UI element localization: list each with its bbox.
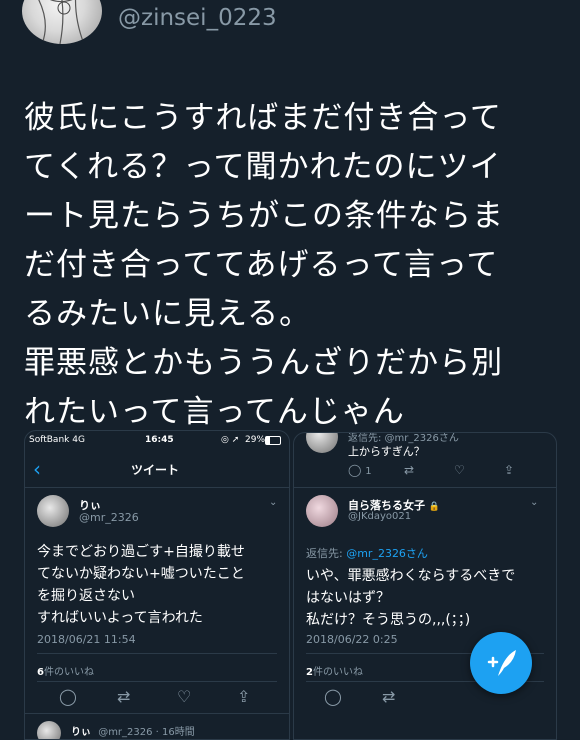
timestamp: 2018/06/21 11:54 [37, 633, 136, 646]
divider [25, 713, 289, 714]
retweet-icon[interactable]: ⇄ [382, 687, 395, 706]
body-line: いや、罪悪感わくならするべきで [306, 568, 516, 584]
clock: 16:45 [145, 435, 174, 445]
reply-meta: @mr_2326 · 16時間 [98, 727, 195, 738]
reply-to-line: 返信先: @mr_2326さん [306, 545, 428, 561]
author-handle-small[interactable]: @mr_2326 [79, 511, 139, 524]
reply-text: 上からすぎん？ [348, 445, 425, 458]
tweet-line: てくれる？って聞かれたのにツイ [24, 149, 502, 185]
likes-number: 2 [306, 667, 313, 678]
author-avatar[interactable] [22, 0, 102, 44]
divider [37, 653, 277, 654]
reply-to-handle[interactable]: @mr_2326さん [346, 547, 428, 560]
reply-to-prefix: 返信先: [306, 547, 347, 560]
divider [37, 681, 277, 682]
divider [294, 487, 556, 488]
reply-icon[interactable]: ◯ 1 [348, 463, 372, 477]
likes-label: 件のいいね [312, 667, 363, 678]
chevron-down-icon[interactable]: ⌄ [530, 497, 538, 508]
back-chevron-icon[interactable]: ‹ [33, 457, 41, 481]
author-handle-small[interactable]: @JKdayo021 [348, 511, 411, 522]
body-line: てないか疑わない+嘘ついたこと [37, 566, 245, 582]
author-avatar-small[interactable] [306, 495, 338, 527]
lock-icon: 🔒 [428, 502, 441, 512]
author-handle[interactable]: @zinsei_0223 [118, 5, 277, 31]
carrier-label: SoftBank 4G [29, 435, 85, 445]
reply-icon[interactable]: ◯ [59, 687, 77, 706]
likes-count[interactable]: 2件のいいね [306, 663, 363, 678]
tweet-line: だ付き合っててあげるって言って [24, 247, 499, 283]
battery-icon [265, 436, 281, 445]
share-icon[interactable]: ⇪ [504, 463, 514, 477]
reply-avatar[interactable] [37, 721, 61, 739]
share-icon[interactable]: ⇪ [237, 687, 250, 706]
retweet-icon[interactable]: ⇄ [117, 687, 130, 706]
like-icon[interactable]: ♡ [454, 463, 465, 477]
body-line: すればいいよって言われた [37, 610, 203, 626]
tweet-line: ート見たらうちがこの条件ならま [24, 198, 504, 234]
status-bar: SoftBank 4G 16:45 ◎ ➚ 29% [25, 431, 289, 451]
body-line: を掘り返さない [37, 588, 135, 604]
reply-icon[interactable]: ◯ [324, 687, 342, 706]
tweet-body: いや、罪悪感わくならするべきで はないはず？ 私だけ？そう思うの,,,(；；) [306, 565, 515, 631]
battery-percent: 29% [245, 435, 266, 445]
reply-count: 1 [365, 466, 372, 477]
like-icon[interactable]: ♡ [177, 687, 191, 706]
compose-tweet-button[interactable] [470, 632, 532, 694]
compose-tweet-icon [487, 650, 516, 676]
reply-header[interactable]: りぃ @mr_2326 · 16時間 [71, 723, 195, 738]
body-line: はないはず？ [306, 590, 390, 606]
reply-author: りぃ [71, 727, 91, 738]
likes-count[interactable]: 6件のいいね [37, 663, 94, 678]
tweet-line: るみたいに見える。 [24, 296, 312, 332]
nav-title: ツイート [131, 463, 180, 477]
reply-avatar[interactable] [306, 433, 338, 453]
retweet-icon[interactable]: ⇄ [404, 463, 414, 477]
tweet-line: 罪悪感とかもううんざりだから別 [24, 345, 504, 381]
tweet-text: 彼氏にこうすればまだ付き合って てくれる？って聞かれたのにツイ ート見たらうちが… [24, 94, 560, 437]
timestamp: 2018/06/22 0:25 [306, 633, 398, 646]
likes-number: 6 [37, 667, 44, 678]
likes-label: 件のいいね [43, 667, 94, 678]
tweet-line: 彼氏にこうすればまだ付き合って [24, 100, 502, 136]
location-icon: ◎ ➚ [221, 435, 240, 445]
reply-author-avatar[interactable] [37, 495, 69, 527]
body-line: 今までどおり過ごす+自撮り載せ [37, 544, 245, 560]
nav-bar: ‹ ツイート [25, 453, 289, 488]
tweet-body: 今までどおり過ごす+自撮り載せ てないか疑わない+嘘ついたこと を掘り返さない … [37, 541, 245, 629]
body-line: 私だけ？そう思うの,,,(；；) [306, 612, 471, 628]
chevron-down-icon[interactable]: ⌄ [269, 497, 277, 508]
embedded-screenshot-left[interactable]: SoftBank 4G 16:45 ◎ ➚ 29% ‹ ツイート りぃ @mr_… [24, 430, 290, 740]
